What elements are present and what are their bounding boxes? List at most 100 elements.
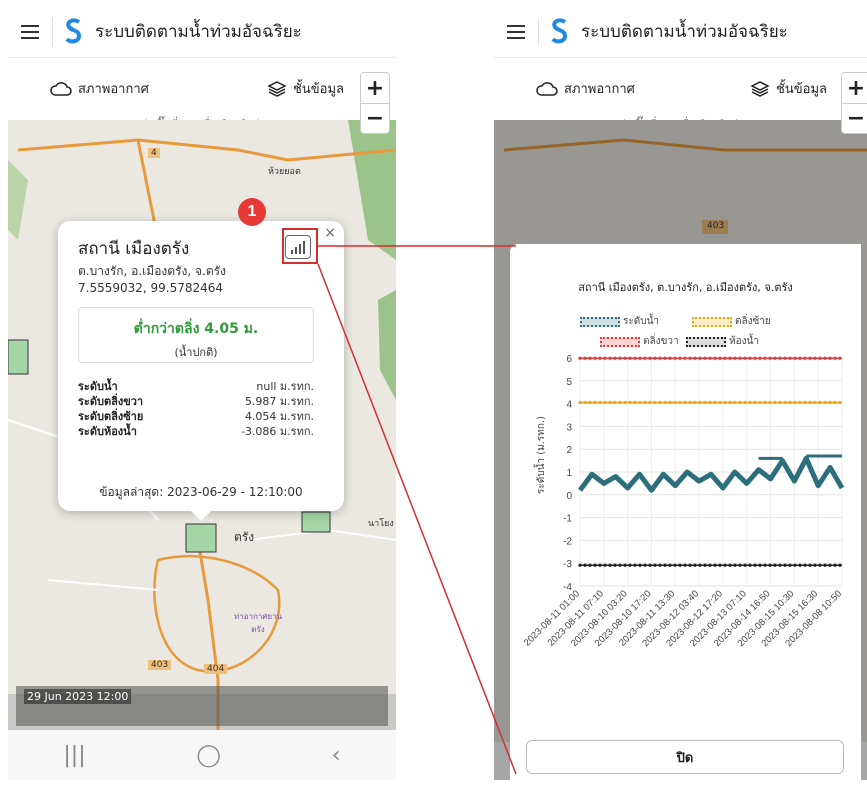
- series-point: [793, 356, 797, 360]
- series-point: [703, 563, 707, 567]
- series-point: [728, 563, 732, 567]
- series-point: [698, 356, 702, 360]
- zoom-control: + −: [360, 72, 390, 134]
- menu-icon[interactable]: [8, 6, 52, 58]
- layers-button[interactable]: ชั้นข้อมูล: [267, 78, 344, 99]
- series-point: [818, 356, 822, 360]
- level-row: ระดับห้องน้ำ -3.086 ม.รทก.: [78, 425, 314, 438]
- home-icon[interactable]: ◯: [196, 743, 221, 768]
- zoom-in-button[interactable]: +: [361, 73, 389, 103]
- y-tick-label: -3: [563, 559, 572, 570]
- series-point: [668, 356, 672, 360]
- android-nav-bar: ||| ◯ ‹: [8, 730, 396, 780]
- series-point: [633, 563, 637, 567]
- divider: [538, 17, 539, 46]
- series-point: [758, 356, 762, 360]
- series-point: [758, 400, 762, 405]
- logo-icon: [549, 16, 571, 48]
- highlight-box: [282, 228, 318, 264]
- series-point: [673, 356, 677, 360]
- series-point: [638, 563, 642, 567]
- time-slider[interactable]: 29 Jun 2023 12:00: [16, 686, 388, 726]
- layers-icon: [750, 80, 770, 97]
- weather-label: สภาพอากาศ: [78, 82, 149, 97]
- weather-button[interactable]: สภาพอากาศ: [536, 78, 635, 99]
- app-bar: ระบบติดตามน้ำท่วมอัจฉริยะ: [494, 6, 867, 58]
- place-label: ห้วยยอด: [268, 167, 301, 177]
- time-label: 29 Jun 2023 12:00: [24, 689, 132, 704]
- series-point: [723, 356, 727, 360]
- series-point: [788, 356, 792, 360]
- series-point: [603, 563, 607, 567]
- series-point: [743, 563, 747, 567]
- series-point: [693, 400, 697, 405]
- series-point: [608, 356, 612, 360]
- series-point: [803, 563, 807, 567]
- series-point: [583, 563, 587, 567]
- zoom-in-button[interactable]: +: [842, 73, 867, 103]
- legend-item: ห้องน้ำ: [686, 334, 759, 349]
- series-point: [793, 400, 797, 405]
- series-point: [703, 356, 707, 360]
- series-point: [668, 400, 672, 405]
- series-point: [738, 400, 742, 405]
- series-point: [678, 563, 682, 567]
- series-point: [803, 356, 807, 360]
- series-point: [678, 400, 682, 405]
- layers-label: ชั้นข้อมูล: [293, 82, 344, 97]
- menu-icon[interactable]: [494, 6, 538, 58]
- series-point: [743, 356, 747, 360]
- series-point: [838, 356, 842, 360]
- series-point: [618, 563, 622, 567]
- series-point: [583, 356, 587, 360]
- series-point: [773, 563, 777, 567]
- weather-button[interactable]: สภาพอากาศ: [50, 78, 149, 99]
- series-point: [793, 563, 797, 567]
- address-text: ต.บางรัก, อ.เมืองตรัง, จ.ตรัง: [78, 264, 226, 278]
- series-point: [613, 400, 617, 405]
- station-address: ต.บางรัก, อ.เมืองตรัง, จ.ตรัง 7.5559032,…: [78, 263, 226, 297]
- layers-button[interactable]: ชั้นข้อมูล: [750, 78, 827, 99]
- series-point: [813, 563, 817, 567]
- app-title: ระบบติดตามน้ำท่วมอัจฉริยะ: [95, 22, 302, 41]
- back-icon[interactable]: ‹: [332, 743, 341, 768]
- divider: [52, 17, 53, 46]
- level-row: ระดับน้ำ null ม.รทก.: [78, 380, 314, 393]
- series-point: [598, 400, 602, 405]
- place-label: ตรัง: [234, 530, 255, 544]
- series-point: [668, 563, 672, 567]
- series-point: [833, 356, 837, 360]
- series-point: [658, 356, 662, 360]
- road-label: 403: [148, 660, 172, 670]
- series-point: [758, 563, 762, 567]
- zoom-out-button[interactable]: −: [361, 103, 389, 133]
- series-point: [578, 563, 582, 567]
- series-point: [708, 400, 712, 405]
- series-point: [588, 356, 592, 360]
- series-point: [738, 356, 742, 360]
- recent-apps-icon[interactable]: |||: [63, 743, 85, 768]
- legend-item: ระดับน้ำ: [580, 314, 659, 329]
- series-point: [833, 400, 837, 405]
- series-point: [648, 563, 652, 567]
- series-point: [648, 400, 652, 405]
- series-point: [713, 356, 717, 360]
- zoom-out-button[interactable]: −: [842, 103, 867, 133]
- series-point: [723, 400, 727, 405]
- series-point: [803, 400, 807, 405]
- series-point: [618, 356, 622, 360]
- series-point: [733, 563, 737, 567]
- series-point: [638, 400, 642, 405]
- series-line: [577, 455, 845, 493]
- series-point: [823, 356, 827, 360]
- road-label: 404: [204, 664, 228, 674]
- series-point: [823, 563, 827, 567]
- series-point: [818, 563, 822, 567]
- close-icon[interactable]: ×: [324, 225, 336, 241]
- series-point: [693, 356, 697, 360]
- status-main: ต่ำกว่าตลิ่ง 4.05 ม.: [133, 321, 259, 337]
- logo-icon: [63, 16, 85, 48]
- series-point: [708, 563, 712, 567]
- close-button[interactable]: ปิด: [526, 740, 844, 774]
- series-point: [733, 400, 737, 405]
